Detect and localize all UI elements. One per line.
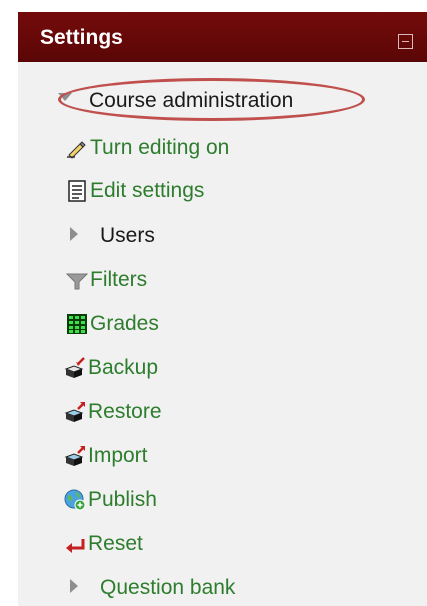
expand-arrow-icon: [70, 579, 78, 593]
tree-item-label: Reset: [88, 532, 143, 555]
restore-icon: [64, 402, 85, 422]
tree-item-label: Filters: [90, 268, 148, 291]
expand-arrow-icon: [70, 227, 78, 241]
tree-item-label: Users: [100, 224, 155, 247]
grid-icon: [67, 314, 87, 334]
highlight-annotation: [58, 78, 365, 121]
collapse-block-icon[interactable]: [398, 34, 413, 49]
tree-item-label: Turn editing on: [90, 136, 230, 159]
tree-item-label: Backup: [88, 356, 159, 379]
tree-item-label: Edit settings: [90, 179, 205, 202]
tree-item-label: Restore: [88, 400, 162, 423]
backup-icon: [64, 357, 85, 378]
reset-arrow-icon: [66, 539, 85, 553]
settings-block-header: Settings: [18, 12, 427, 62]
pencil-icon: [67, 141, 86, 159]
document-icon: [68, 180, 86, 202]
block-title: Settings: [40, 26, 123, 49]
tree-item-label: Import: [88, 444, 148, 467]
tree-item-label: Question bank: [100, 576, 236, 599]
tree-item-label: Grades: [90, 312, 159, 335]
import-icon: [64, 446, 85, 466]
tree-item-label: Publish: [88, 488, 157, 511]
settings-block: Settings Course administration Turn edit…: [18, 12, 427, 606]
globe-icon: [64, 489, 86, 511]
funnel-icon: [66, 273, 88, 290]
